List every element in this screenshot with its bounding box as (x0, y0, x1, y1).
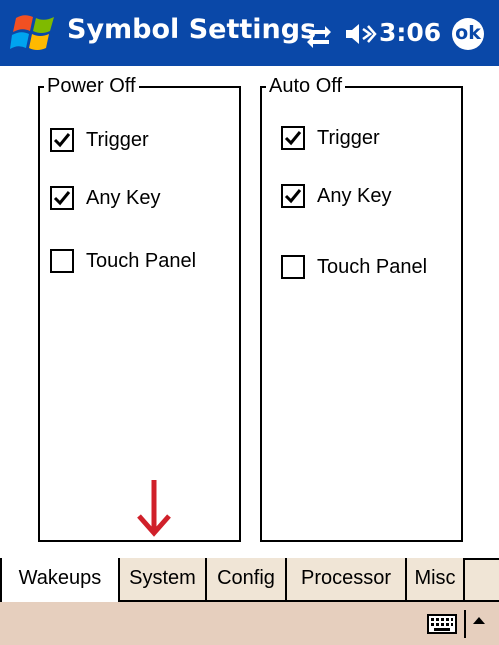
checkbox-label: Any Key (86, 186, 161, 209)
power-off-trigger-checkbox[interactable]: Trigger (50, 128, 149, 152)
connectivity-icon[interactable] (305, 22, 333, 48)
power-off-any-key-checkbox[interactable]: Any Key (50, 186, 160, 210)
keyboard-icon[interactable] (427, 614, 457, 634)
auto-off-trigger-checkbox[interactable]: Trigger (281, 126, 380, 150)
tab-wakeups[interactable]: Wakeups (0, 558, 120, 602)
checkbox-label: Touch Panel (86, 249, 197, 272)
ok-button[interactable]: ok (452, 18, 484, 50)
checkbox-box[interactable] (281, 126, 305, 150)
windows-start-icon[interactable] (10, 8, 60, 58)
checkmark-icon (284, 131, 302, 146)
tab-misc[interactable]: Misc (407, 558, 465, 602)
checkbox-label: Touch Panel (317, 255, 428, 278)
checkmark-icon (53, 191, 71, 206)
checkbox-box[interactable] (50, 128, 74, 152)
tab-system[interactable]: System (120, 558, 207, 602)
auto-off-group: Auto Off Trigger Any Key Touch Panel (260, 73, 463, 542)
checkbox-label: Trigger (317, 126, 380, 149)
clock[interactable]: 3:06 (379, 18, 441, 47)
checkbox-box[interactable] (50, 186, 74, 210)
power-off-group-title: Power Off (44, 73, 139, 99)
power-off-group: Power Off Trigger Any Key Touch Panel (38, 73, 241, 542)
checkbox-box[interactable] (281, 255, 305, 279)
menu-divider (464, 610, 466, 638)
sip-arrow-up-icon[interactable] (472, 615, 486, 625)
tab-strip: Wakeups System Config Processor Misc (0, 558, 499, 602)
tab-strip-filler (465, 558, 499, 602)
checkbox-box[interactable] (50, 249, 74, 273)
red-down-arrow-icon (137, 480, 171, 537)
tab-config[interactable]: Config (207, 558, 287, 602)
auto-off-group-title: Auto Off (266, 73, 346, 99)
title-bar: Symbol Settings 3:06 ok (0, 0, 499, 66)
checkmark-icon (284, 189, 302, 204)
checkbox-label: Any Key (317, 184, 392, 207)
checkbox-box[interactable] (281, 184, 305, 208)
menu-bar (0, 602, 499, 645)
app-title: Symbol Settings (67, 14, 317, 45)
power-off-touch-panel-checkbox[interactable]: Touch Panel (50, 249, 196, 273)
checkmark-icon (53, 133, 71, 148)
tab-processor[interactable]: Processor (287, 558, 407, 602)
speaker-icon[interactable] (343, 20, 377, 48)
auto-off-touch-panel-checkbox[interactable]: Touch Panel (281, 255, 427, 279)
auto-off-any-key-checkbox[interactable]: Any Key (281, 184, 391, 208)
checkbox-label: Trigger (86, 128, 149, 151)
